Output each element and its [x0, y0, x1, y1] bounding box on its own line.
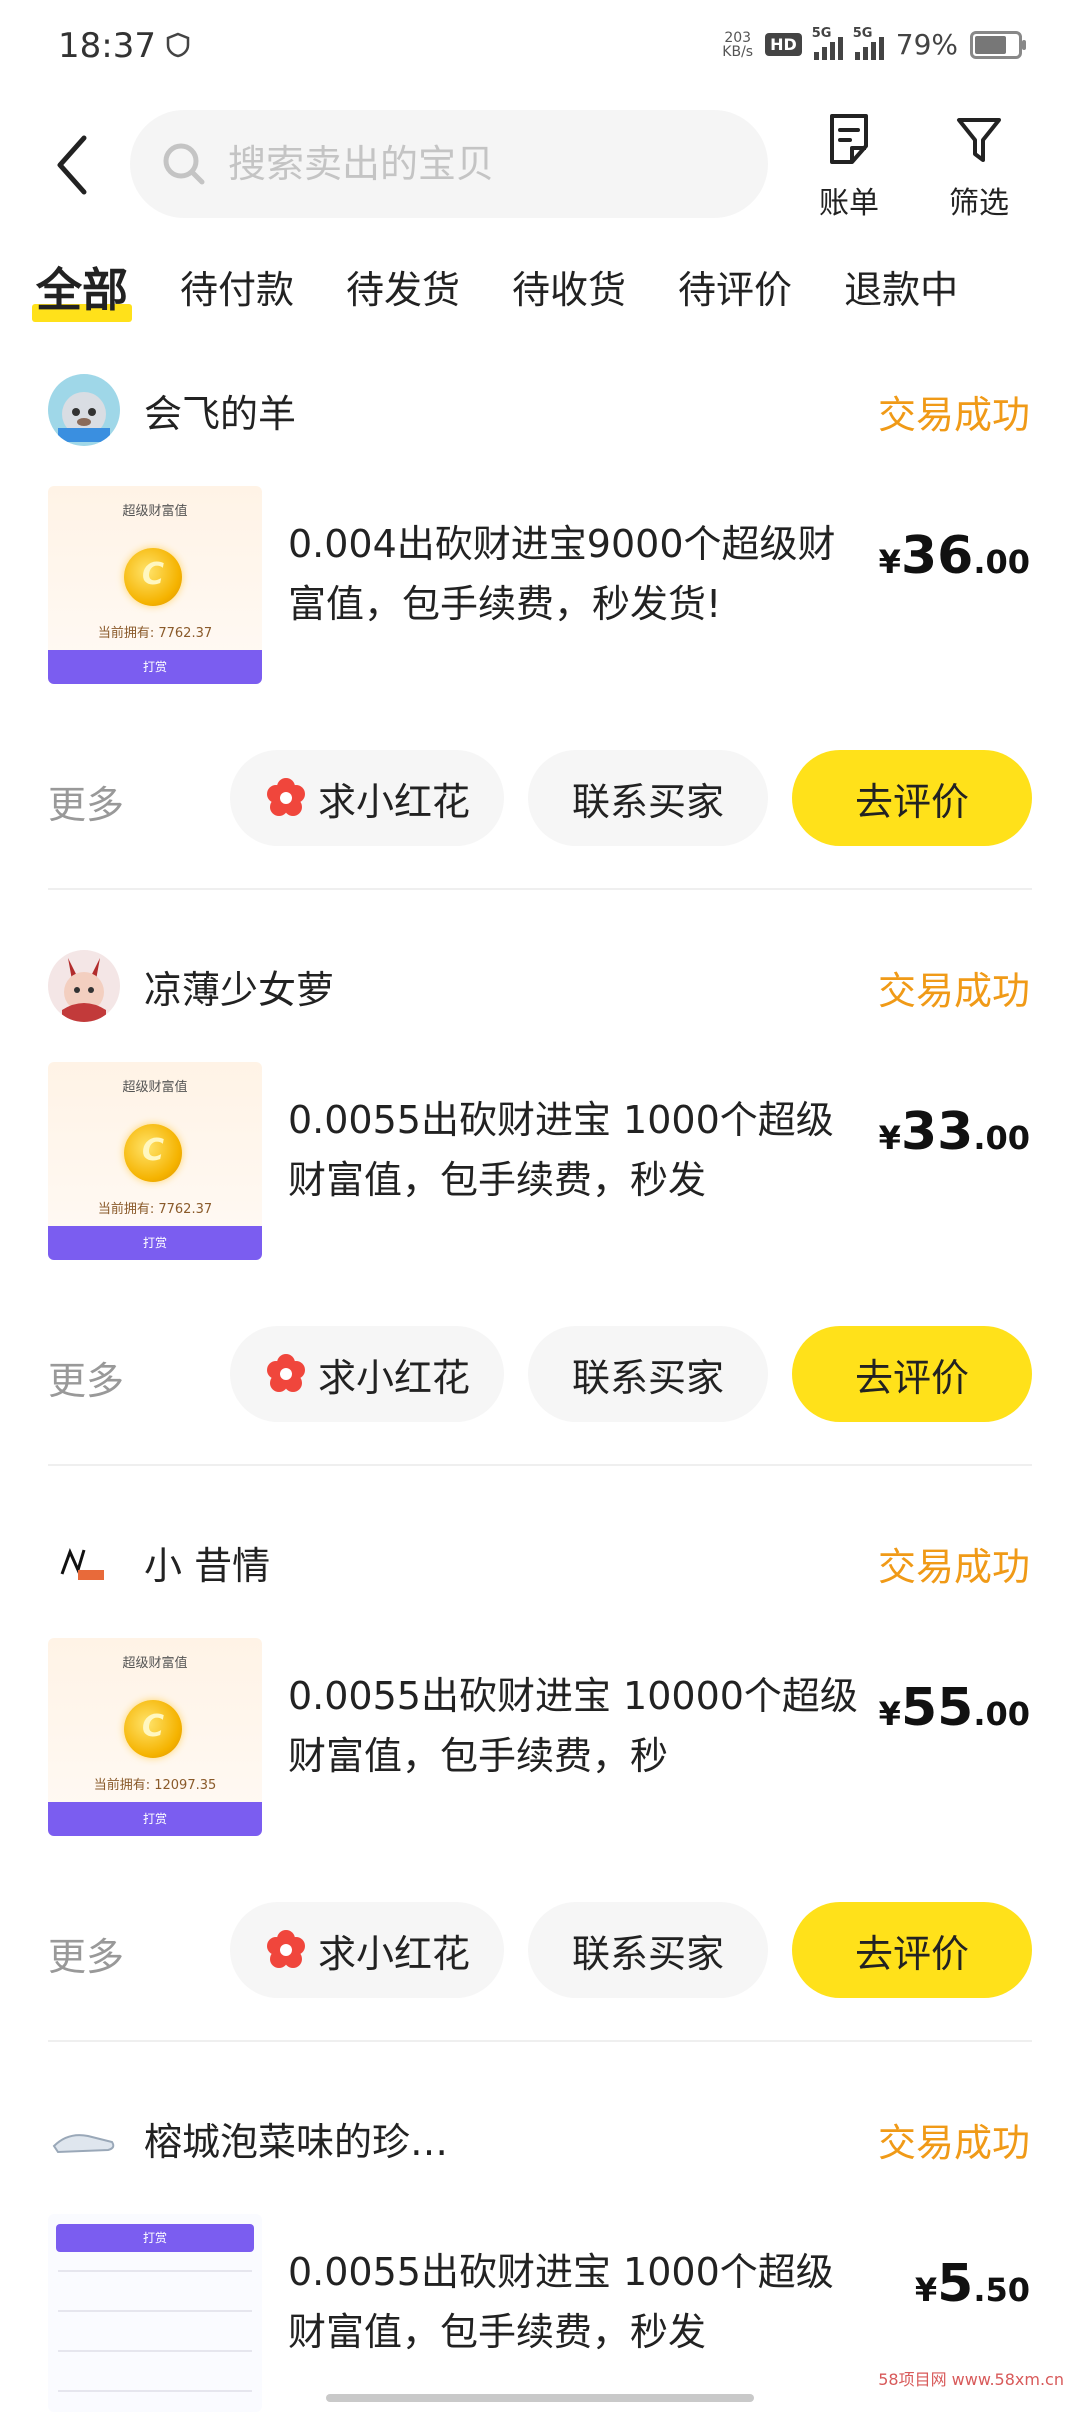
home-indicator[interactable]: [326, 2394, 754, 2402]
price: ¥36.00: [878, 526, 1030, 586]
product-title[interactable]: 0.0055出砍财进宝 1000个超级财富值，包手续费，秒发: [288, 2242, 858, 2362]
review-button[interactable]: 去评价: [792, 1326, 1032, 1422]
ask-flower-button[interactable]: 求小红花: [230, 1902, 504, 1998]
search-icon: [163, 143, 205, 185]
contact-buyer-button[interactable]: 联系买家: [528, 750, 768, 846]
search-input[interactable]: [226, 141, 710, 187]
tab-refunding[interactable]: 退款中: [844, 250, 958, 330]
product-thumbnail[interactable]: 超级财富值 当前拥有: 12097.35 打赏: [48, 1638, 262, 1836]
flower-icon: [266, 1930, 305, 1968]
price: ¥55.00: [878, 1678, 1030, 1738]
avatar: [48, 374, 120, 446]
clock: 18:37: [58, 26, 156, 66]
divider: [48, 888, 1032, 890]
price: ¥5.50: [914, 2254, 1030, 2314]
battery-percent: 79%: [895, 28, 958, 61]
order-tabs: 全部 待付款 待发货 待收货 待评价 退款中: [32, 250, 1010, 330]
filter-icon: [957, 118, 1001, 162]
product-title[interactable]: 0.0055出砍财进宝 10000个超级财富值，包手续费，秒: [288, 1666, 858, 1786]
flower-icon: [266, 778, 305, 816]
hd-voice-icon: HD: [765, 33, 802, 56]
product-title[interactable]: 0.004出砍财进宝9000个超级财富值，包手续费，秒发货!: [288, 514, 858, 634]
status-bar: 18:37 203 KB/s HD 5G 5G 79%: [0, 0, 1080, 96]
coin-icon: [124, 548, 182, 606]
seller-name: 凉薄少女萝: [144, 967, 335, 1012]
product-thumbnail[interactable]: 打赏: [48, 2214, 262, 2412]
filter-button[interactable]: 筛选: [934, 112, 1024, 222]
product-thumbnail[interactable]: 超级财富值 当前拥有: 7762.37 打赏: [48, 486, 262, 684]
divider: [48, 2040, 1032, 2042]
status-badge: 交易成功: [877, 969, 1030, 1013]
review-button[interactable]: 去评价: [792, 750, 1032, 846]
review-button[interactable]: 去评价: [792, 1902, 1032, 1998]
seller-info[interactable]: 会飞的羊: [48, 374, 296, 446]
avatar: [48, 1526, 120, 1598]
search-bar[interactable]: [130, 110, 768, 218]
tab-to-review[interactable]: 待评价: [678, 250, 792, 330]
coin-icon: [124, 1700, 182, 1758]
bill-icon: [830, 114, 868, 164]
more-button[interactable]: 更多: [48, 1926, 124, 1981]
signal-icon-2: 5G: [853, 26, 884, 60]
more-button[interactable]: 更多: [48, 1350, 124, 1405]
price: ¥33.00: [878, 1102, 1030, 1162]
seller-info[interactable]: 小 昔情: [48, 1526, 270, 1598]
product-thumbnail[interactable]: 超级财富值 当前拥有: 7762.37 打赏: [48, 1062, 262, 1260]
tab-all[interactable]: 全部: [32, 250, 132, 330]
product-title[interactable]: 0.0055出砍财进宝 1000个超级财富值，包手续费，秒发: [288, 1090, 858, 1210]
seller-info[interactable]: 榕城泡菜味的珍…: [48, 2102, 448, 2174]
status-badge: 交易成功: [877, 2121, 1030, 2165]
status-icons: 203 KB/s HD 5G 5G 79%: [722, 26, 1026, 61]
coin-icon: [124, 1124, 182, 1182]
ask-flower-button[interactable]: 求小红花: [230, 750, 504, 846]
divider: [48, 1464, 1032, 1466]
status-badge: 交易成功: [877, 1545, 1030, 1589]
shield-icon: [166, 32, 190, 58]
watermark: 58项目网 www.58xm.cn: [878, 2370, 1064, 2389]
more-button[interactable]: 更多: [48, 774, 124, 829]
seller-name: 会飞的羊: [144, 391, 297, 436]
bill-button[interactable]: 账单: [804, 112, 894, 222]
back-arrow-icon[interactable]: [48, 130, 98, 200]
seller-info[interactable]: 凉薄少女萝: [48, 950, 334, 1022]
status-badge: 交易成功: [877, 393, 1030, 437]
network-speed: 203 KB/s: [722, 29, 754, 60]
contact-buyer-button[interactable]: 联系买家: [528, 1902, 768, 1998]
bill-label: 账单: [819, 186, 879, 221]
contact-buyer-button[interactable]: 联系买家: [528, 1326, 768, 1422]
seller-name: 小 昔情: [144, 1543, 271, 1588]
ask-flower-button[interactable]: 求小红花: [230, 1326, 504, 1422]
tab-to-receive[interactable]: 待收货: [512, 250, 626, 330]
tab-to-ship[interactable]: 待发货: [346, 250, 460, 330]
seller-name: 榕城泡菜味的珍…: [144, 2119, 449, 2164]
signal-icon: 5G: [812, 26, 843, 60]
avatar: [48, 950, 120, 1022]
filter-label: 筛选: [949, 186, 1009, 221]
avatar: [48, 2102, 120, 2174]
tab-pending-payment[interactable]: 待付款: [180, 250, 294, 330]
battery-icon: [970, 30, 1026, 59]
flower-icon: [266, 1354, 305, 1392]
